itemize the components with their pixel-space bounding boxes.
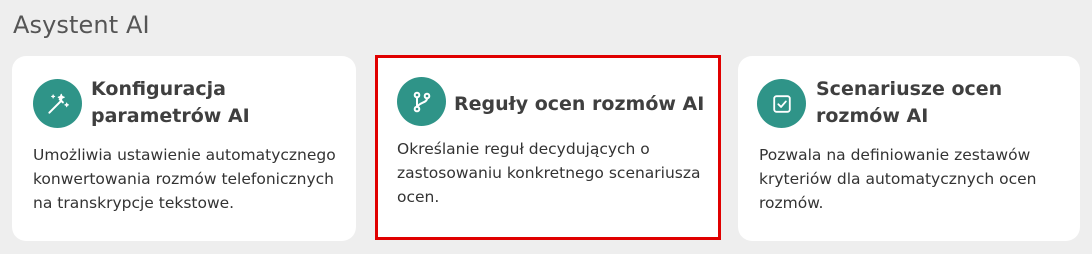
section-title: Asystent AI xyxy=(13,11,150,39)
checkbox-icon xyxy=(757,79,806,128)
card-ai-rating-rules[interactable]: Reguły ocen rozmów AI Określanie reguł d… xyxy=(375,55,721,240)
card-title: Konfiguracja parametrów AI xyxy=(91,78,250,127)
card-description: Określanie reguł decydujących o zastosow… xyxy=(397,140,701,206)
card-title: Scenariusze ocen rozmów AI xyxy=(816,78,1003,127)
card-ai-parameters-config[interactable]: Konfiguracja parametrów AI Umożliwia ust… xyxy=(12,56,356,241)
card-description: Umożliwia ustawienie automatycznego konw… xyxy=(33,146,336,212)
card-ai-rating-scenarios[interactable]: Scenariusze ocen rozmów AI Pozwala na de… xyxy=(738,56,1080,241)
card-description: Pozwala na definiowanie zestawów kryteri… xyxy=(759,146,1037,212)
magic-wand-icon xyxy=(33,79,82,128)
git-branch-icon xyxy=(397,77,446,126)
card-title: Reguły ocen rozmów AI xyxy=(454,93,705,115)
